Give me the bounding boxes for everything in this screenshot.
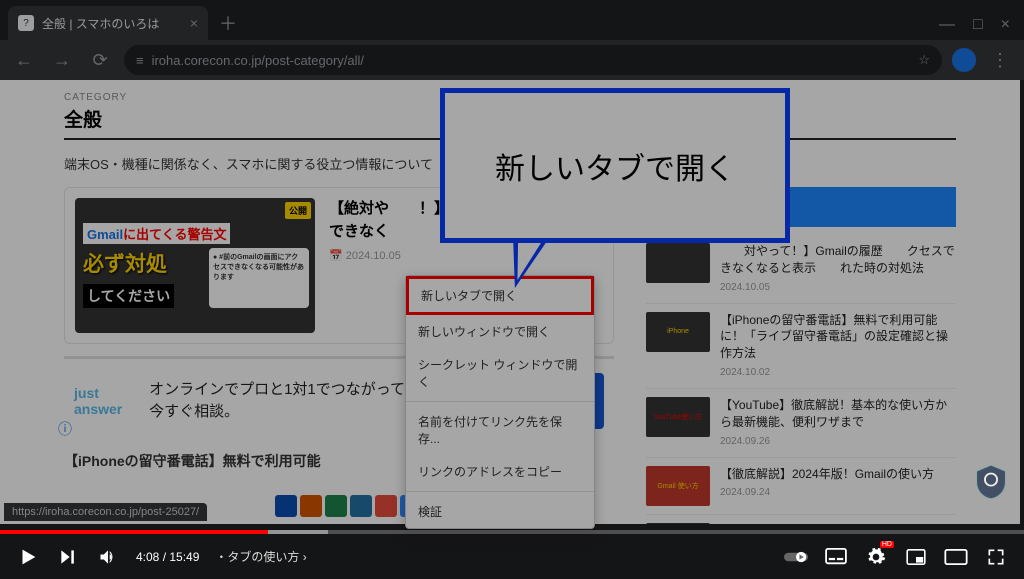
current-time: 4:08 [136,550,159,564]
play-button[interactable] [16,545,40,569]
theater-mode-button[interactable] [944,545,968,569]
ad-logo: just answer [74,385,137,417]
sidebar-item-title: 【YouTube】徹底解説！基本的な使い方から最新機能、便利ワザまで [720,397,956,431]
browser-tab[interactable]: ? 全般 | スマホのいろは × [8,6,208,40]
article-date: 📅 2024.10.05 [329,249,603,262]
video-controls: 4:08 / 15:49 ・タブの使い方 › [0,534,1024,579]
fullscreen-button[interactable] [984,545,1008,569]
sidebar-item-title: 【電話番号の真実】銀行口座、資産も判明する電話番号を教 [720,523,956,524]
channel-watermark-icon[interactable] [976,465,1006,499]
sidebar-item-title: 【徹底解説】2024年版！Gmailの使い方 [720,466,934,483]
video-frame: ? 全般 | スマホのいろは × ＋ — □ × ← → ⟳ ≡ iroha.c… [0,0,1024,579]
sidebar-item-date: 2024.09.26 [720,436,770,447]
close-window-icon[interactable]: × [1001,16,1010,34]
maximize-icon[interactable]: □ [973,16,983,34]
bookmark-star-icon[interactable]: ☆ [918,52,930,68]
window-controls: — □ × [939,16,1024,40]
settings-button[interactable] [864,545,888,569]
thumb-text: に出てくる警告文 [123,227,226,242]
article-thumbnail: 公開 Gmailに出てくる警告文 必ず対処 してください ● #前のGmailの… [75,198,315,333]
tab-title: 全般 | スマホのいろは [42,15,159,32]
miniplayer-button[interactable] [904,545,928,569]
url-bar[interactable]: ≡ iroha.corecon.co.jp/post-category/all/… [124,45,942,75]
volume-button[interactable] [96,545,120,569]
ctx-inspect[interactable]: 検証 [406,495,594,528]
subtitles-button[interactable] [824,545,848,569]
sidebar-thumb [646,243,710,283]
sidebar-item[interactable]: 対やって！】Gmailの履歴 クセスできなくなると表示 れた時の対処法 2024.… [646,235,956,304]
sidebar-item[interactable]: 重要 【電話番号の真実】銀行口座、資産も判明する電話番号を教 [646,515,956,524]
status-bar-link: https://iroha.corecon.co.jp/post-25027/ [4,503,207,521]
browser-menu-icon[interactable]: ⋮ [986,46,1014,74]
ctx-copy-link-address[interactable]: リンクのアドレスをコピー [406,455,594,488]
sidebar-item[interactable]: YouTube使い方 【YouTube】徹底解説！基本的な使い方から最新機能、便… [646,389,956,458]
sidebar-item-date: 2024.09.24 [720,487,770,498]
sidebar-thumb: iPhone [646,312,710,352]
back-button[interactable]: ← [10,46,38,74]
sidebar-thumb: YouTube使い方 [646,397,710,437]
callout-text: 新しいタブで開く [495,144,735,188]
callout-bubble: 新しいタブで開く [440,88,790,243]
thumb-badge: 公開 [285,202,311,219]
sidebar-item-title: 対やって！】Gmailの履歴 クセスできなくなると表示 れた時の対処法 [720,243,956,277]
ad-info-icon[interactable]: ⓘ [58,419,72,439]
duration: 15:49 [169,550,199,564]
thumb-text: してください [83,284,174,308]
browser-titlebar: ? 全般 | スマホのいろは × ＋ — □ × [0,0,1024,40]
autoplay-toggle[interactable] [784,545,808,569]
reload-button[interactable]: ⟳ [86,46,114,74]
ctx-open-incognito[interactable]: シークレット ウィンドウで開く [406,348,594,398]
video-time: 4:08 / 15:49 [136,550,199,564]
site-info-icon[interactable]: ≡ [136,53,144,68]
next-button[interactable] [56,545,80,569]
sidebar-item[interactable]: iPhone 【iPhoneの留守番電話】無料で利用可能に！「ライブ留守番電話」… [646,304,956,389]
new-tab-button[interactable]: ＋ [214,9,242,37]
thumb-inset: ● #前のGmailの画面にアクセスできなくなる可能性があります [209,248,309,308]
tab-close-icon[interactable]: × [190,15,198,31]
minimize-icon[interactable]: — [939,16,955,34]
chapter-title: ・タブの使い方 [215,550,299,564]
ctx-save-link-as[interactable]: 名前を付けてリンク先を保存... [406,405,594,455]
ctx-open-new-window[interactable]: 新しいウィンドウで開く [406,315,594,348]
context-menu: 新しいタブで開く 新しいウィンドウで開く シークレット ウィンドウで開く 名前を… [405,275,595,529]
favicon-icon: ? [18,15,34,31]
sidebar-thumb: Gmail 使い方 [646,466,710,506]
sidebar-thumb: 重要 [646,523,710,524]
ctx-separator [406,491,594,492]
sidebar-item[interactable]: Gmail 使い方 【徹底解説】2024年版！Gmailの使い方 2024.09.… [646,458,956,515]
forward-button[interactable]: → [48,46,76,74]
chevron-right-icon: › [303,550,307,564]
thumb-text: 必ず対処 [83,248,167,278]
sidebar-item-date: 2024.10.02 [720,367,770,378]
browser-toolbar: ← → ⟳ ≡ iroha.corecon.co.jp/post-categor… [0,40,1024,80]
url-text: iroha.corecon.co.jp/post-category/all/ [152,53,364,68]
thumb-text: Gmail [87,227,123,242]
video-chapter[interactable]: ・タブの使い方 › [215,548,306,565]
ctx-separator [406,401,594,402]
sidebar-item-title: 【iPhoneの留守番電話】無料で利用可能に！「ライブ留守番電話」の設定確認と操… [720,312,956,362]
sidebar-item-date: 2024.10.05 [720,282,770,293]
profile-avatar[interactable] [952,48,976,72]
